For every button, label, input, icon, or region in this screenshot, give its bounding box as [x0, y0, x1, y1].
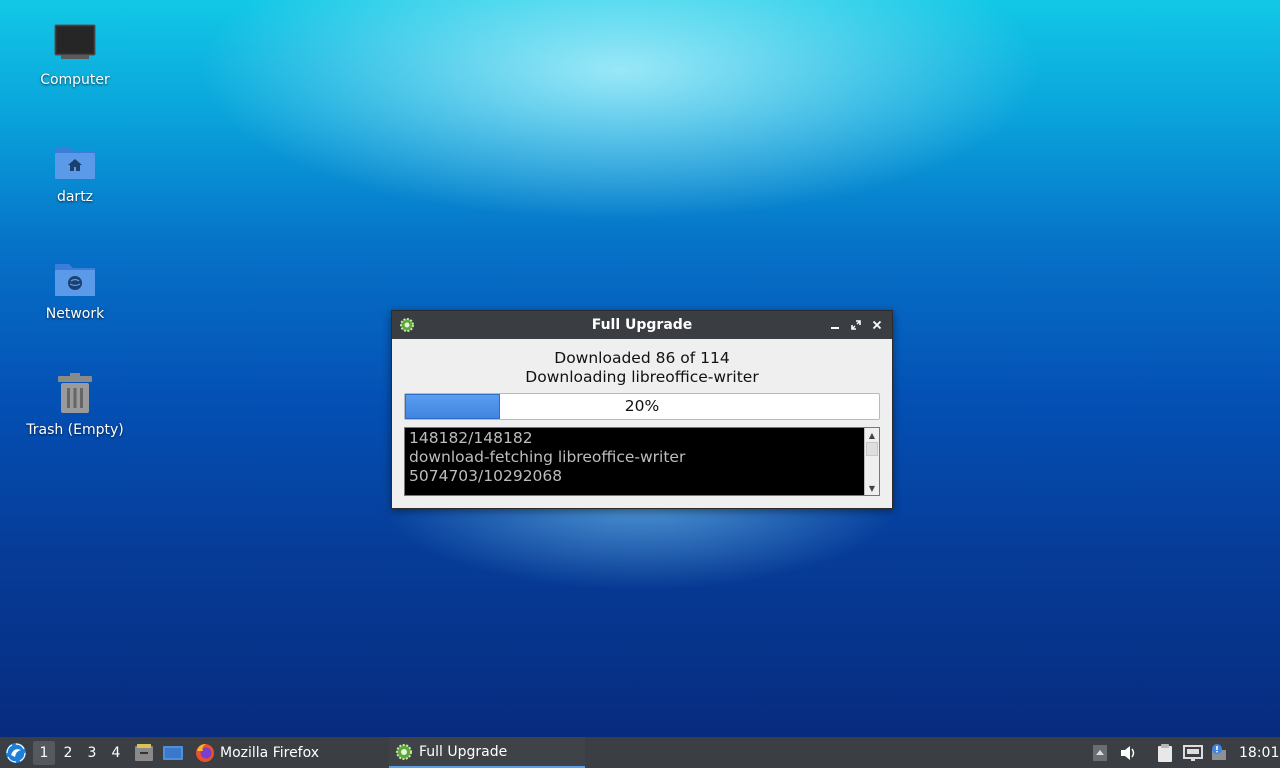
desktop-label: dartz [56, 189, 94, 205]
window-titlebar[interactable]: Full Upgrade [392, 311, 892, 339]
workspace-1[interactable]: 1 [33, 741, 55, 765]
network-wired-icon [1183, 744, 1203, 761]
task-label: Mozilla Firefox [220, 744, 320, 761]
volume-button[interactable] [1119, 737, 1137, 768]
workspace-3[interactable]: 3 [81, 741, 103, 765]
desktop-icon-home[interactable]: dartz [20, 139, 130, 205]
scroll-up-icon[interactable]: ▲ [865, 428, 879, 442]
full-upgrade-window: Full Upgrade Downloaded 86 of 114 Downlo… [391, 310, 893, 509]
close-icon[interactable] [867, 315, 886, 334]
desktop-icon-trash[interactable]: Trash (Empty) [20, 372, 130, 438]
start-menu-button[interactable] [5, 737, 27, 768]
file-manager-icon [135, 743, 153, 761]
status-current-package: Downloading libreoffice-writer [525, 368, 759, 386]
firefox-icon [196, 743, 214, 762]
file-manager-launcher[interactable] [134, 737, 154, 768]
workspace-2[interactable]: 2 [57, 741, 79, 765]
desktop-icon-computer[interactable]: Computer [20, 22, 130, 88]
desktop-label: Computer [40, 72, 110, 88]
computer-icon [53, 22, 97, 66]
taskbar: 1 2 3 4 Mozilla Firefox Full Upgrade 18:… [0, 737, 1280, 768]
desktop-label: Network [45, 306, 105, 322]
gear-icon [398, 316, 416, 338]
log-output: 148182/148182 download-fetching libreoff… [404, 427, 880, 496]
gear-icon [396, 743, 412, 760]
task-firefox[interactable]: Mozilla Firefox [195, 737, 327, 768]
trash-icon [53, 372, 97, 416]
clock[interactable]: 18:01 [1239, 737, 1279, 768]
network-folder-icon [53, 256, 97, 300]
task-full-upgrade[interactable]: Full Upgrade [389, 737, 585, 768]
workspace-4[interactable]: 4 [105, 741, 127, 765]
clipboard-button[interactable] [1155, 737, 1175, 768]
network-button[interactable] [1182, 737, 1204, 768]
scroll-down-icon[interactable]: ▼ [865, 481, 879, 495]
desktop-icon-network[interactable]: Network [20, 256, 130, 322]
volume-icon [1121, 745, 1135, 760]
minimize-icon[interactable] [825, 315, 844, 334]
log-line: 148182/148182 [409, 429, 533, 447]
status-downloaded: Downloaded 86 of 114 [554, 349, 730, 367]
lubuntu-logo-icon [6, 742, 26, 763]
task-label: Full Upgrade [419, 743, 508, 760]
desktop-label: Trash (Empty) [26, 422, 124, 438]
tray-expand-button[interactable] [1092, 737, 1108, 768]
notification-button[interactable] [1208, 737, 1230, 768]
update-notification-icon [1212, 743, 1226, 760]
show-desktop-launcher[interactable] [162, 737, 184, 768]
desktop-icon [163, 745, 183, 760]
log-scrollbar[interactable]: ▲ ▼ [864, 428, 879, 495]
clipboard-icon [1158, 743, 1172, 762]
progress-label: 20% [624, 397, 660, 415]
maximize-icon[interactable] [846, 315, 865, 334]
progress-bar: 20% [404, 393, 880, 420]
chevron-up-icon [1093, 744, 1107, 761]
log-line: download-fetching libreoffice-writer [409, 448, 686, 466]
home-folder-icon [53, 139, 97, 183]
log-line: 5074703/10292068 [409, 467, 563, 485]
scroll-thumb[interactable] [866, 442, 878, 456]
window-title: Full Upgrade [591, 317, 693, 333]
